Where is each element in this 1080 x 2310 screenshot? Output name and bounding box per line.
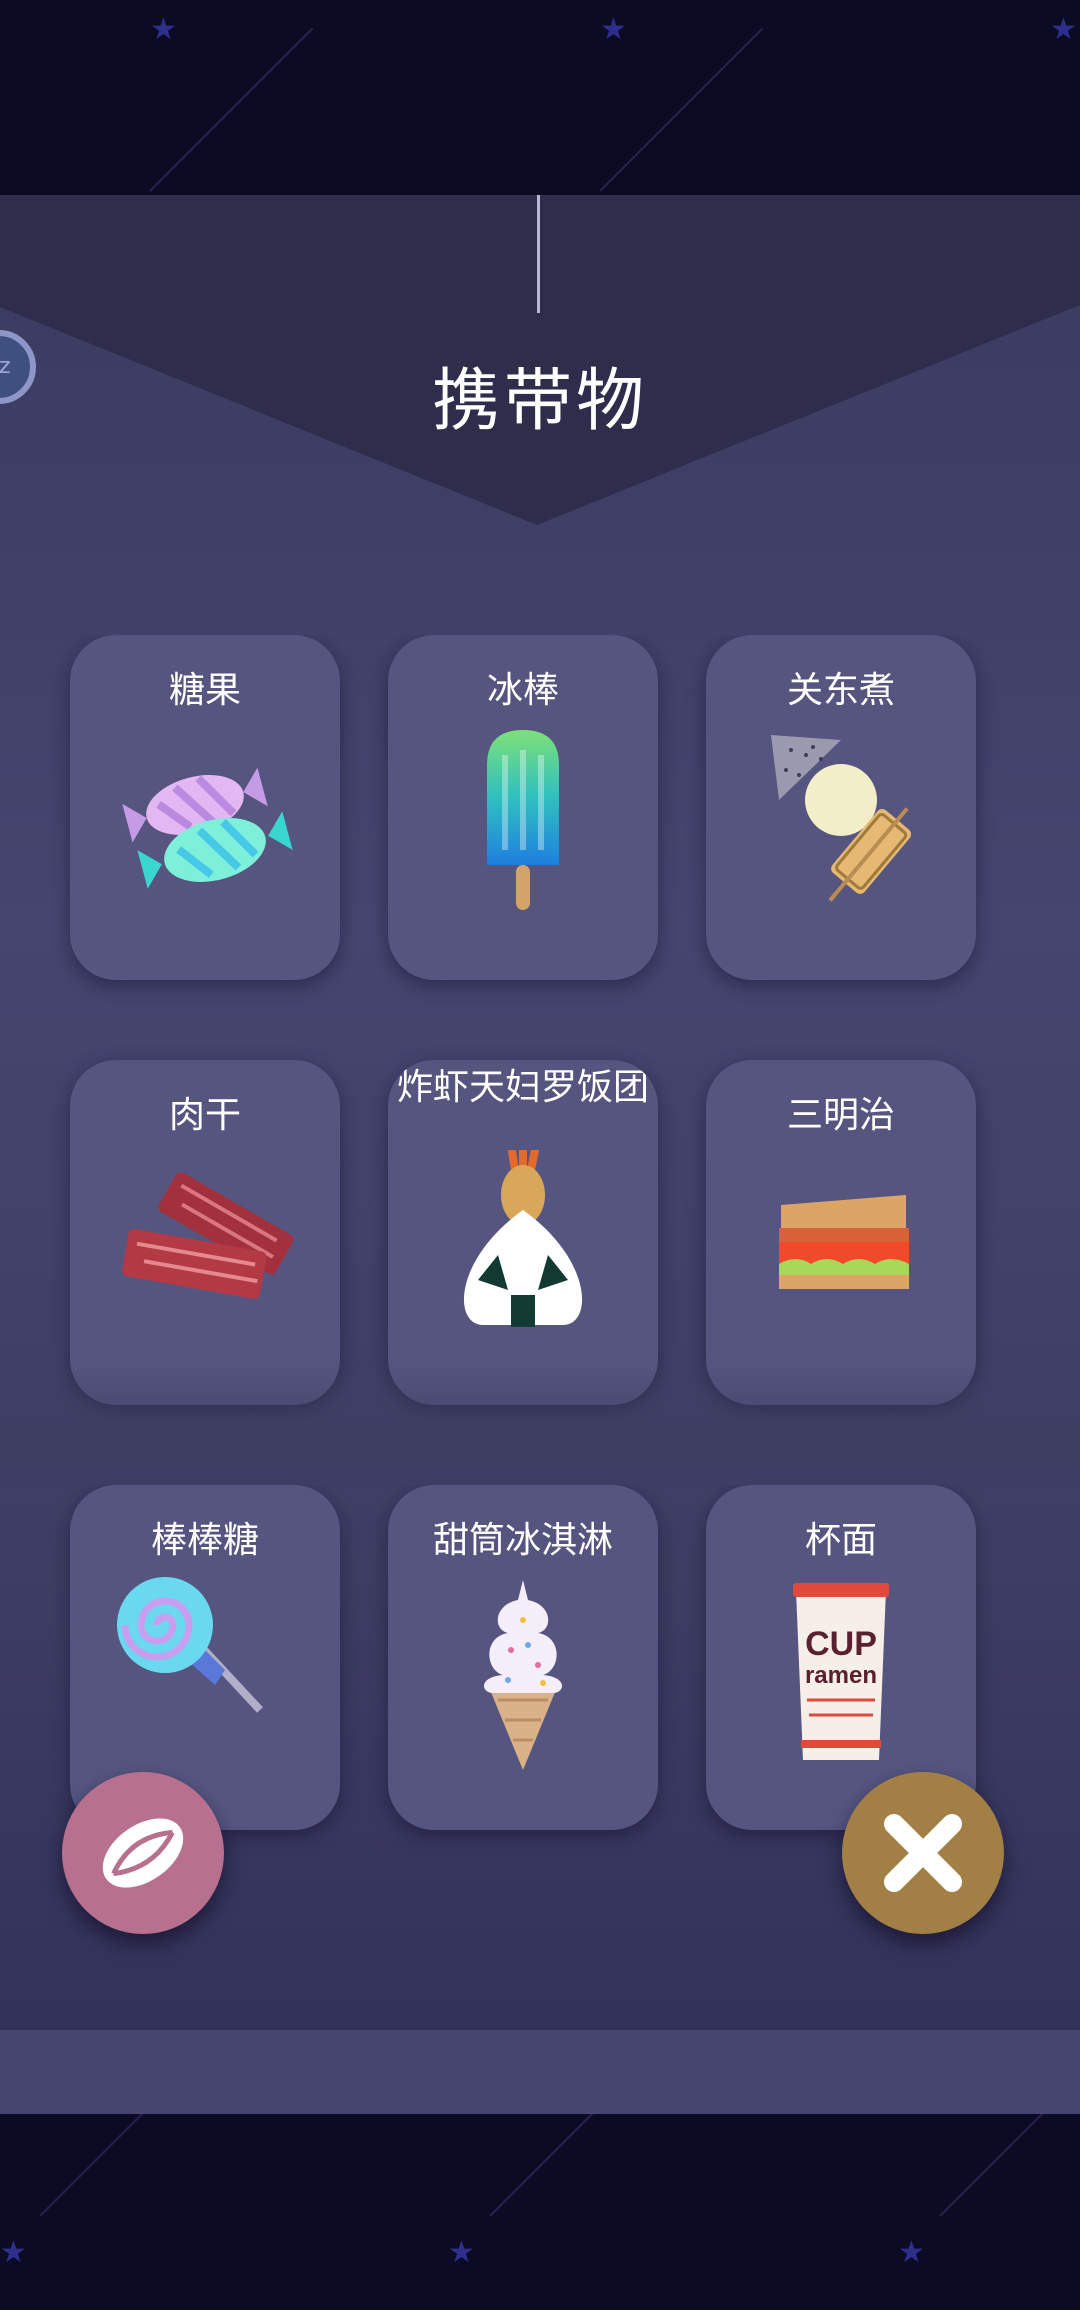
item-label: 棒棒糖 — [150, 1520, 259, 1561]
star-icon: ★ — [600, 12, 627, 47]
star-icon: ★ — [1050, 12, 1077, 47]
ice-cream-cone-icon — [483, 1580, 563, 1770]
star-icon: ★ — [898, 2235, 925, 2270]
popsicle-icon — [487, 730, 559, 910]
item-label: 肉干 — [168, 1095, 241, 1136]
star-icon: ★ — [0, 2235, 27, 2270]
item-label: 炸虾天妇罗饭团 — [396, 1067, 649, 1108]
oden-icon — [771, 735, 912, 902]
seed-button[interactable] — [62, 1772, 224, 1934]
item-card-oden[interactable]: 关东煮 — [706, 635, 976, 980]
page-title: 携带物 — [431, 362, 648, 441]
item-label: 关东煮 — [786, 670, 895, 711]
seed-icon — [102, 1818, 184, 1888]
panel-footer — [0, 2030, 1080, 2114]
light-streak — [489, 2109, 597, 2217]
cup-label: CUP — [805, 1625, 877, 1663]
item-label: 甜筒冰淇淋 — [432, 1520, 613, 1561]
light-streak — [599, 27, 764, 192]
item-card-ice-cream-cone[interactable]: 甜筒冰淇淋 — [388, 1485, 658, 1830]
candy-icon — [122, 767, 293, 889]
item-label: 杯面 — [804, 1520, 877, 1561]
item-card-tempura-onigiri[interactable]: 炸虾天妇罗饭团 — [388, 1060, 658, 1405]
close-icon — [884, 1814, 962, 1892]
jerky-icon — [122, 1172, 294, 1299]
light-streak — [149, 27, 314, 192]
carry-items-panel: 携带物 zz 糖果 冰棒 — [0, 195, 1080, 2030]
item-card-candy[interactable]: 糖果 — [70, 635, 340, 980]
item-card-popsicle[interactable]: 冰棒 — [388, 635, 658, 980]
item-label: 糖果 — [168, 670, 241, 711]
cup-noodle-icon: CUP ramen — [793, 1583, 889, 1760]
item-card-sandwich[interactable]: 三明治 — [706, 1060, 976, 1405]
light-streak — [39, 2109, 147, 2217]
tempura-onigiri-icon — [463, 1150, 583, 1327]
lollipop-icon — [117, 1577, 263, 1713]
star-icon: ★ — [150, 12, 177, 47]
sandwich-icon — [779, 1195, 909, 1289]
item-label: 冰棒 — [486, 670, 559, 711]
item-card-jerky[interactable]: 肉干 — [70, 1060, 340, 1405]
light-streak — [939, 2109, 1047, 2217]
close-button[interactable] — [842, 1772, 1004, 1934]
item-label: 三明治 — [786, 1095, 895, 1136]
hanging-string — [537, 195, 540, 313]
ramen-label: ramen — [805, 1662, 877, 1689]
item-grid: 糖果 冰棒 关东煮 肉干 炸虾天妇罗饭团 三明治 棒棒糖 甜筒冰淇淋 杯面 CU… — [0, 635, 1080, 1920]
star-icon: ★ — [448, 2235, 475, 2270]
